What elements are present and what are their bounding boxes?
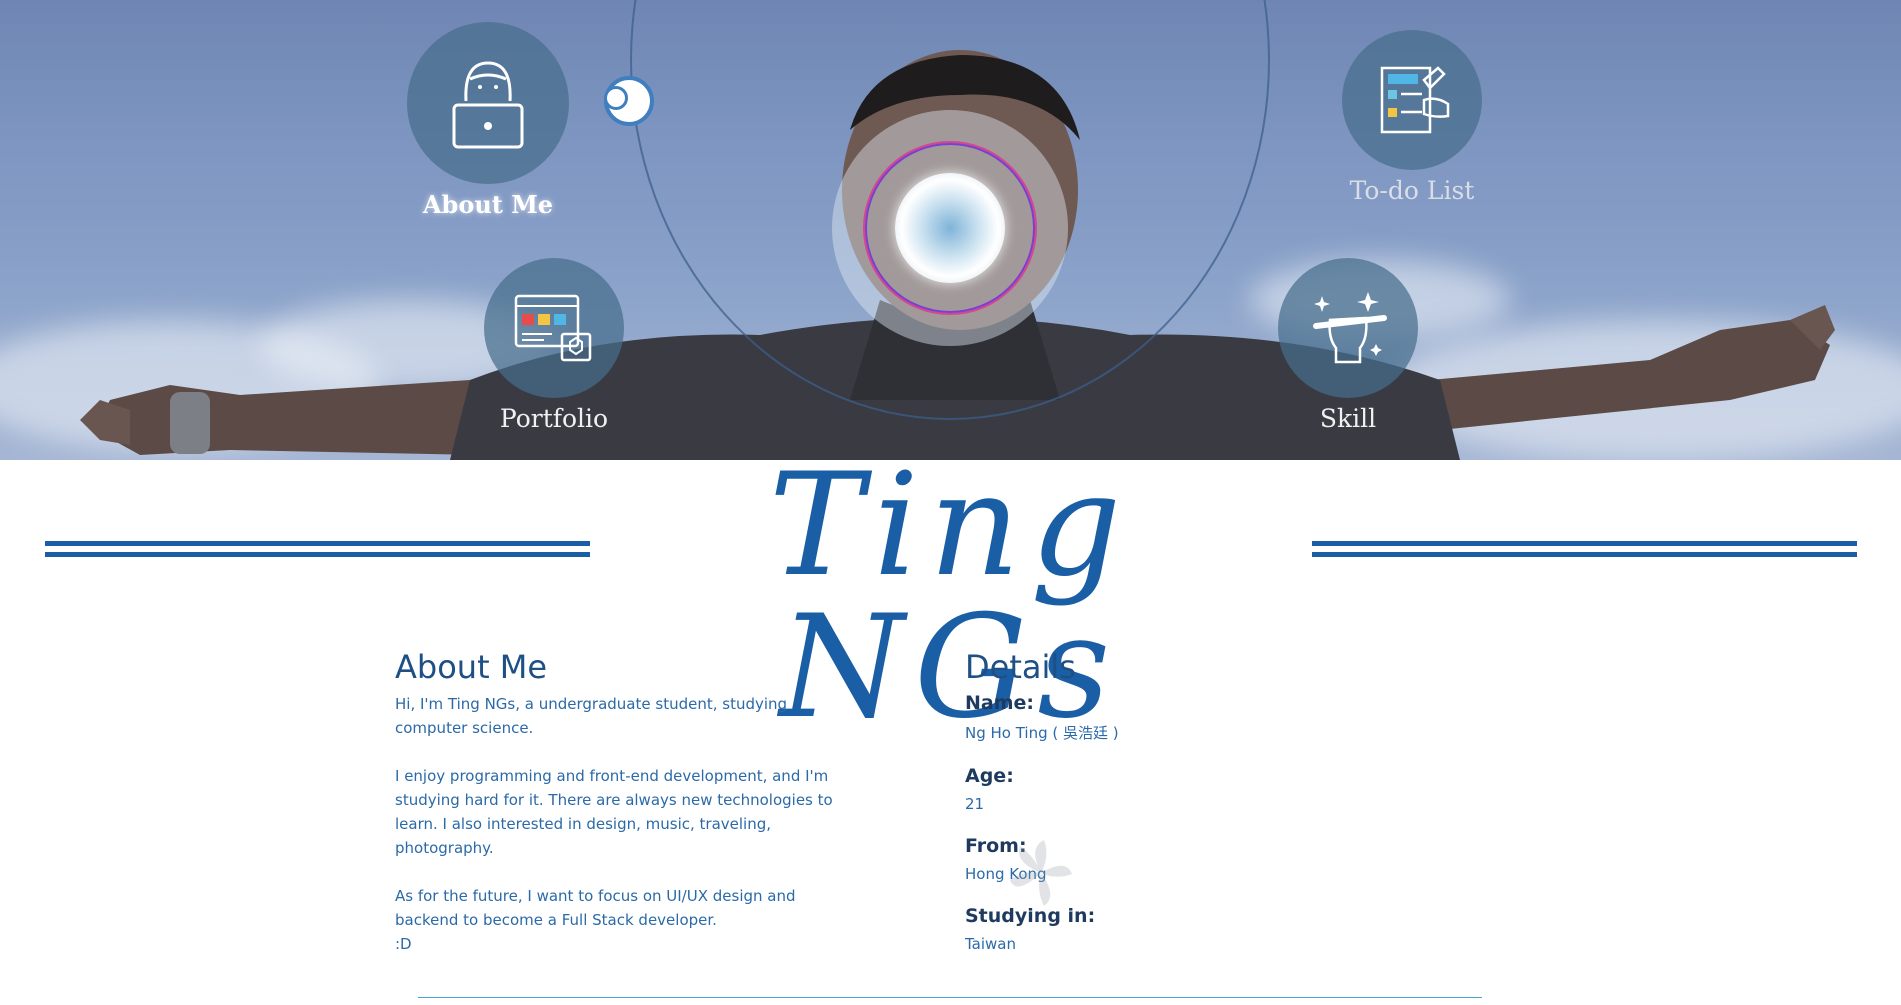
nav-todo-list[interactable]: To-do List bbox=[1322, 30, 1502, 205]
about-circle bbox=[407, 22, 569, 184]
checklist-icon bbox=[1380, 66, 1450, 134]
center-core bbox=[895, 173, 1005, 283]
menu-toggle-knob[interactable] bbox=[604, 76, 654, 126]
nav-about-label: About Me bbox=[422, 190, 554, 219]
about-section: About Me Hi, I'm Ting NGs, a undergradua… bbox=[395, 648, 845, 956]
about-paragraph: Hi, I'm Ting NGs, a undergraduate studen… bbox=[395, 695, 788, 737]
bottom-divider bbox=[418, 997, 1482, 998]
name-value: Ng Ho Ting ( 吳浩廷 ) bbox=[965, 724, 1119, 742]
nav-skill-label: Skill bbox=[1319, 404, 1377, 433]
nav-todo-label: To-do List bbox=[1349, 176, 1475, 205]
details-section: Details Name: Ng Ho Ting ( 吳浩廷 ) Age: 21… bbox=[965, 648, 1415, 975]
name-label: Name: bbox=[965, 692, 1035, 714]
studying-label: Studying in: bbox=[965, 905, 1096, 927]
age-label: Age: bbox=[965, 765, 1014, 787]
about-paragraph: As for the future, I want to focus on UI… bbox=[395, 887, 796, 929]
nav-portfolio[interactable]: Portfolio bbox=[464, 258, 644, 433]
portfolio-circle bbox=[484, 258, 624, 398]
todo-circle bbox=[1342, 30, 1482, 170]
hero-banner: About Me To-do List Portfolio Skill bbox=[0, 0, 1901, 460]
nav-about-me[interactable]: About Me bbox=[398, 22, 578, 219]
skill-circle bbox=[1278, 258, 1418, 398]
studying-value: Taiwan bbox=[965, 935, 1017, 953]
bauhinia-flower-icon bbox=[1010, 840, 1072, 906]
center-menu-button[interactable] bbox=[832, 110, 1068, 346]
title-rule-right bbox=[1312, 541, 1857, 557]
details-heading: Details bbox=[965, 648, 1076, 686]
about-paragraph: I enjoy programming and front-end develo… bbox=[395, 767, 833, 857]
about-paragraph: :D bbox=[395, 935, 412, 953]
title-rule-left bbox=[45, 541, 590, 557]
browser-window-icon bbox=[514, 294, 592, 362]
nav-skill[interactable]: Skill bbox=[1258, 258, 1438, 433]
about-heading: About Me bbox=[395, 648, 548, 686]
hand-pen-icon bbox=[1313, 292, 1387, 364]
age-value: 21 bbox=[965, 795, 985, 813]
nav-portfolio-label: Portfolio bbox=[499, 404, 609, 433]
laptop-person-icon bbox=[452, 61, 524, 149]
